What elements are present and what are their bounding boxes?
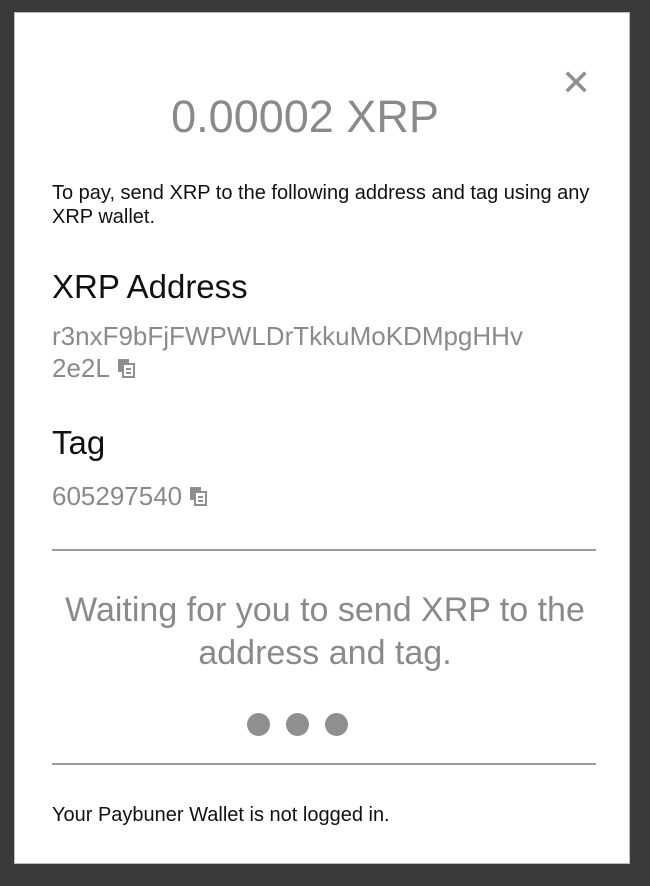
xrp-address: r3nxF9bFjFWPWLDrTkkuMoKDMpgHHv 2e2L: [52, 320, 592, 386]
tag-title: Tag: [52, 424, 106, 461]
waiting-message: Waiting for you to send XRP to the addre…: [65, 591, 585, 672]
copy-tag-icon[interactable]: [188, 482, 210, 514]
copy-address-icon[interactable]: [116, 354, 138, 386]
address-title: XRP Address: [52, 268, 248, 305]
payment-amount: 0.00002 XRP: [171, 91, 439, 142]
loading-dot: [247, 713, 270, 736]
loading-dot: [325, 713, 348, 736]
xrp-address-line1: r3nxF9bFjFWPWLDrTkkuMoKDMpgHHv: [52, 321, 523, 351]
divider: [52, 763, 596, 765]
loading-dot: [286, 713, 309, 736]
divider: [52, 549, 596, 551]
payment-instructions: To pay, send XRP to the following addres…: [52, 182, 590, 228]
loading-indicator: [247, 713, 348, 736]
wallet-status: Your Paybuner Wallet is not logged in.: [52, 804, 390, 826]
tag-value: 605297540: [52, 481, 183, 511]
tag-value-row: 605297540: [52, 480, 592, 514]
xrp-address-line2: 2e2L: [52, 353, 110, 383]
payment-dialog: ✕ 0.00002 XRP To pay, send XRP to the fo…: [14, 12, 630, 864]
